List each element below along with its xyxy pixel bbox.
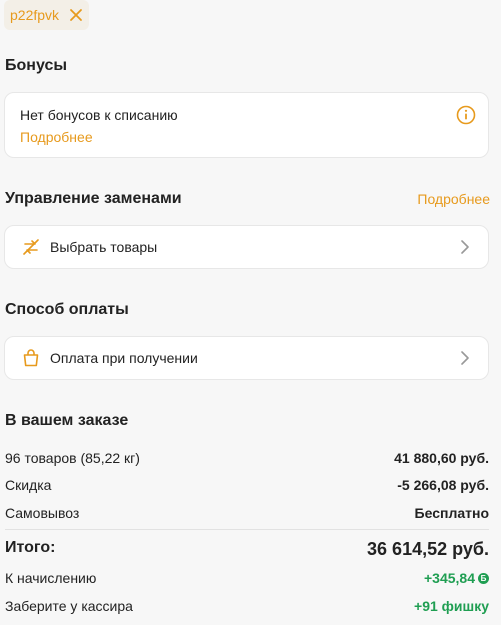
replacements-title: Управление заменами	[5, 190, 182, 207]
select-products-label: Выбрать товары	[50, 239, 158, 255]
payment-title: Способ оплаты	[5, 301, 129, 318]
pickup-label: Самовывоз	[5, 505, 80, 521]
chevron-right-icon	[461, 240, 469, 254]
accrual-value-wrap: +345,84 Б	[424, 570, 489, 586]
items-row: 96 товаров (85,22 кг) 41 880,60 руб.	[5, 450, 489, 466]
payment-method-label: Оплата при получении	[50, 350, 198, 366]
bonuses-title: Бонусы	[5, 57, 67, 74]
accrual-label: К начислению	[5, 570, 97, 586]
promo-code-text: p22fpvk	[10, 7, 60, 23]
accrual-value: +345,84	[424, 570, 475, 586]
promo-code-chip: p22fpvk	[4, 0, 90, 30]
discount-label: Скидка	[5, 477, 52, 493]
order-title: В вашем заказе	[5, 412, 129, 429]
info-icon[interactable]	[456, 105, 476, 125]
discount-value: -5 266,08 руб.	[397, 477, 489, 493]
bonuses-status: Нет бонусов к списанию	[20, 107, 178, 123]
bag-icon	[23, 349, 39, 367]
items-label: 96 товаров (85,22 кг)	[5, 450, 140, 466]
payment-method-button[interactable]: Оплата при получении	[4, 336, 489, 380]
pickup-row: Самовывоз Бесплатно	[5, 505, 489, 521]
swap-icon	[23, 239, 39, 255]
accrual-row: К начислению +345,84 Б	[5, 570, 489, 586]
total-label: Итого:	[5, 539, 56, 556]
bonuses-more-link[interactable]: Подробнее	[20, 129, 93, 145]
chevron-right-icon	[461, 351, 469, 365]
cashier-label: Заберите у кассира	[5, 598, 133, 614]
total-row: Итого: 36 614,52 руб.	[5, 539, 489, 560]
total-value: 36 614,52 руб.	[367, 539, 489, 559]
cashier-row: Заберите у кассира +91 фишку	[5, 598, 489, 614]
items-value: 41 880,60 руб.	[394, 450, 489, 466]
bonus-coin-icon: Б	[478, 572, 489, 584]
replacements-more-link[interactable]: Подробнее	[417, 191, 490, 207]
select-products-button[interactable]: Выбрать товары	[4, 225, 489, 269]
cashier-value: +91 фишку	[414, 598, 489, 614]
bonuses-card: Нет бонусов к списанию Подробнее	[4, 92, 489, 158]
pickup-value: Бесплатно	[414, 505, 489, 521]
discount-row: Скидка -5 266,08 руб.	[5, 477, 489, 493]
divider	[5, 529, 489, 530]
close-icon[interactable]	[69, 8, 83, 22]
